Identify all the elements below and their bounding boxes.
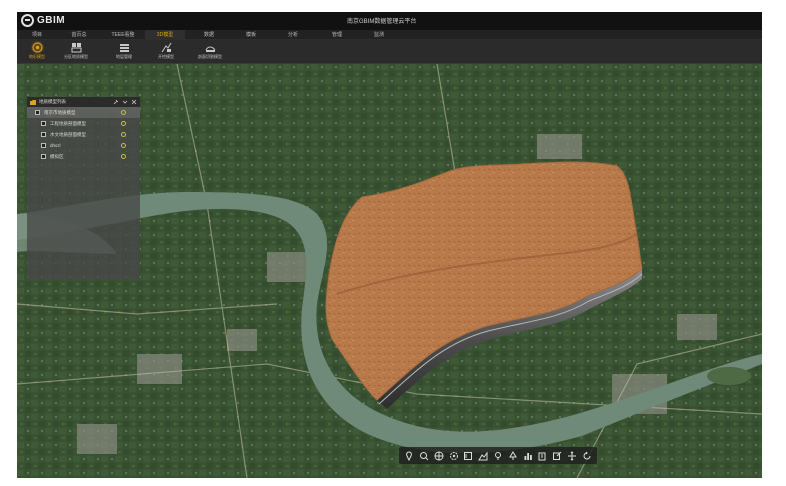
menu-item[interactable]: 监测 [359, 30, 399, 40]
pin-icon [113, 99, 119, 105]
logo-icon [21, 14, 34, 27]
model-list-panel: 地质模型列表 南京市地质模型工程地质剖面模型 水文地质剖面模型 dhszl 模拟区 [27, 97, 140, 280]
chart-icon[interactable] [523, 451, 533, 461]
edit-icon[interactable] [552, 451, 562, 461]
terrain-icon[interactable] [478, 451, 488, 461]
toolbar-button-label: 地形模型 [29, 54, 45, 59]
map-tool-bar [399, 447, 597, 464]
menu-item[interactable]: 项目 [17, 30, 57, 40]
menu-item[interactable]: TEEE看整 [103, 30, 143, 40]
panel-header: 地质模型列表 [27, 97, 140, 107]
layer-label: dhszl [50, 143, 61, 148]
close-button[interactable] [131, 99, 137, 105]
layer-checkbox[interactable] [41, 121, 46, 126]
zoom-icon[interactable] [419, 451, 429, 461]
pin-button[interactable] [113, 99, 119, 105]
section-icon [205, 46, 215, 52]
layer-list: 南京市地质模型工程地质剖面模型 水文地质剖面模型 dhszl 模拟区 [27, 107, 140, 162]
river-island [707, 367, 751, 385]
layer-checkbox[interactable] [41, 154, 46, 159]
layers-icon [119, 44, 129, 52]
menu-item[interactable]: 分析 [273, 30, 313, 40]
menu-item[interactable]: 3D模型 [145, 30, 185, 40]
layer-row[interactable]: 工程地质剖面模型 [27, 118, 140, 129]
visibility-toggle[interactable] [121, 143, 126, 148]
collapse-button[interactable] [122, 99, 128, 105]
location-icon[interactable] [404, 450, 414, 461]
toolbar-button-label: 分区地质模型 [64, 54, 88, 59]
toolbar-button[interactable]: 地层管理 [109, 42, 139, 62]
settings-icon[interactable] [449, 451, 459, 461]
toolbar-button[interactable]: 地形模型 [22, 42, 52, 62]
visibility-toggle[interactable] [121, 132, 126, 137]
toolbar-button[interactable]: 剖面切割模型 [195, 42, 225, 62]
close-icon [131, 99, 137, 105]
building-icon[interactable] [537, 451, 547, 461]
layer-row[interactable]: 南京市地质模型 [27, 107, 140, 118]
layer-row[interactable]: 水文地质剖面模型 [27, 129, 140, 140]
menu-item[interactable]: 数据 [189, 30, 229, 40]
layer-row[interactable]: 模拟区 [27, 151, 140, 162]
layer-label: 南京市地质模型 [44, 109, 76, 115]
menu-bar: 项目 首页总 TEEE看整 3D模型 数据 模板 分析 管理 监测 [17, 30, 762, 40]
move-icon[interactable] [567, 450, 577, 461]
excavate-icon [161, 42, 171, 53]
logo-text: GBIM [37, 15, 66, 26]
app-title: 南京GBIM数据管理云平台 [347, 19, 417, 25]
toolbar-button[interactable]: 分区地质模型 [61, 42, 91, 62]
logo: GBIM [21, 14, 65, 27]
title-bar: GBIM 南京GBIM数据管理云平台 [17, 12, 762, 30]
toolbar-button-label: 开挖模型 [158, 54, 174, 59]
chevron-down-icon [122, 100, 128, 104]
menu-item[interactable]: 首页总 [59, 30, 99, 40]
layer-label: 水文地质剖面模型 [50, 131, 86, 137]
panel-title: 地质模型列表 [39, 99, 66, 104]
layer-label: 工程地质剖面模型 [50, 120, 86, 126]
measure-icon[interactable] [463, 451, 473, 461]
menu-item[interactable]: 管理 [317, 30, 357, 40]
visibility-toggle[interactable] [121, 110, 126, 115]
visibility-toggle[interactable] [121, 154, 126, 159]
visibility-toggle[interactable] [121, 121, 126, 126]
grid-icon [71, 43, 81, 53]
toolbar-button-label: 剖面切割模型 [198, 54, 222, 59]
ribbon-toolbar: 地形模型 分区地质模型 地层管理 开挖模型 剖面切割模型 [17, 40, 762, 64]
menu-item[interactable]: 模板 [231, 30, 271, 40]
layer-row[interactable]: dhszl [27, 140, 140, 151]
globe-icon[interactable] [434, 451, 444, 461]
layer-checkbox[interactable] [41, 132, 46, 137]
target-icon [32, 42, 42, 53]
layer-checkbox[interactable] [41, 143, 46, 148]
tree-icon[interactable] [508, 450, 518, 461]
layer-label: 模拟区 [50, 153, 64, 159]
toolbar-button[interactable]: 开挖模型 [151, 42, 181, 62]
folder-icon [30, 99, 36, 105]
pin-icon[interactable] [493, 451, 503, 461]
toolbar-button-label: 地层管理 [116, 54, 132, 59]
app-window: GBIM 南京GBIM数据管理云平台 项目 首页总 TEEE看整 3D模型 数据 模板 分析… [17, 12, 762, 478]
layer-checkbox[interactable] [35, 110, 40, 115]
rotate-icon[interactable] [582, 451, 592, 461]
